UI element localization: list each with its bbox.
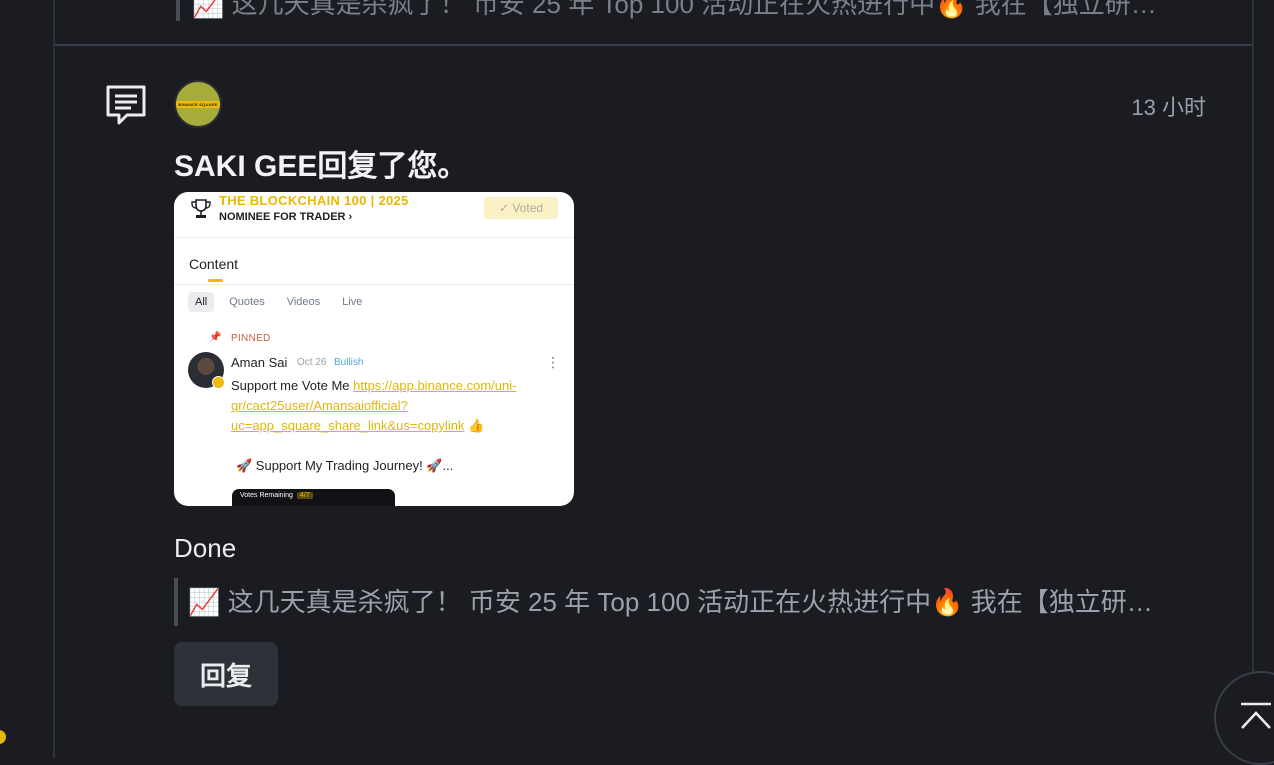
previous-notification[interactable]: 📈 这几天真是杀疯了！ 币安 25 年 Top 100 活动正在火热进行中🔥 我…	[55, 0, 1252, 46]
quoted-post[interactable]: 📈 这几天真是杀疯了！ 币安 25 年 Top 100 活动正在火热进行中🔥 我…	[174, 578, 1204, 626]
more-icon: ⋮	[546, 354, 560, 370]
subtabs: All Quotes Videos Live	[188, 292, 369, 312]
post-text-prefix: Support me Vote Me	[231, 378, 354, 393]
blockchain-title: THE BLOCKCHAIN 100 | 2025	[219, 193, 409, 208]
attached-screenshot[interactable]: THE BLOCKCHAIN 100 | 2025 NOMINEE FOR TR…	[174, 192, 574, 506]
post-journey: 🚀 Support My Trading Journey! 🚀...	[236, 458, 454, 473]
verified-icon	[212, 376, 225, 389]
voted-badge: ✓ Voted	[484, 197, 558, 219]
post-author: Aman Sai	[231, 355, 288, 370]
votes-remaining-bar: Votes Remaining 4/7	[232, 489, 395, 506]
avatar-badge: BINANCE SQUARE	[176, 100, 220, 108]
pinned-label: PINNED	[231, 333, 271, 344]
reply-button[interactable]: 回复	[174, 642, 278, 706]
indicator-dot	[0, 730, 6, 744]
votes-count: 4/7	[296, 492, 313, 499]
divider	[174, 284, 574, 285]
timestamp: 13 小时	[1131, 95, 1206, 120]
post-text: Support me Vote Me https://app.binance.c…	[231, 376, 561, 436]
votes-label: Votes Remaining	[240, 492, 293, 499]
subtab-live: Live	[342, 296, 363, 308]
post-sentiment: Bullish	[334, 357, 364, 368]
scroll-to-top-icon	[1241, 702, 1271, 729]
notification-title[interactable]: SAKI GEE回复了您。	[174, 141, 467, 185]
pin-icon: 📌	[209, 332, 222, 343]
tab-underline	[208, 279, 223, 282]
subtab-all: All	[188, 292, 215, 312]
tab-content: Content	[189, 256, 239, 272]
comment-icon	[106, 85, 146, 125]
subtab-videos: Videos	[286, 296, 321, 308]
post-text-suffix: 👍	[464, 418, 485, 433]
nominee-subtitle: NOMINEE FOR TRADER ›	[219, 211, 353, 223]
divider	[174, 237, 574, 238]
post-date: Oct 26	[297, 357, 327, 368]
avatar[interactable]: BINANCE SQUARE	[174, 80, 222, 128]
previous-quote: 📈 这几天真是杀疯了！ 币安 25 年 Top 100 活动正在火热进行中🔥 我…	[176, 0, 1212, 21]
trophy-icon	[191, 199, 211, 218]
reply-text: Done	[174, 533, 237, 563]
subtab-quotes: Quotes	[229, 296, 265, 308]
